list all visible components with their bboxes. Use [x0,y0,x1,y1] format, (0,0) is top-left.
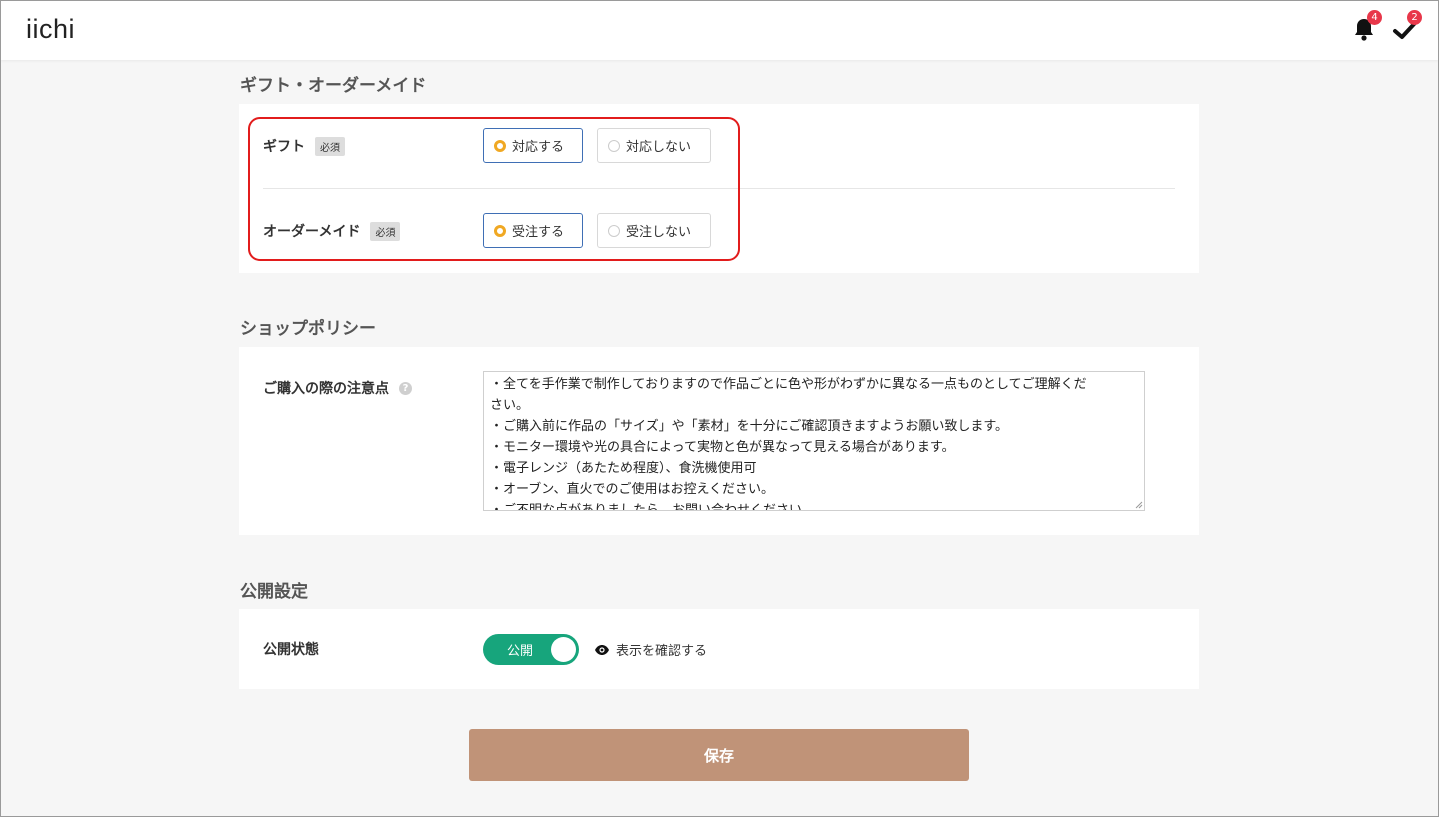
notes-line: さい。 [490,398,530,413]
notification-bell-icon[interactable]: 4 [1352,10,1382,44]
publish-toggle[interactable]: 公開 [483,634,579,665]
publish-settings-section-title: 公開設定 [240,582,308,602]
notes-line: ・全てを手作業で制作しておりますので作品ごとに色や形がわずかに異なる一点ものとし… [490,377,1087,392]
publish-status-row-label: 公開状態 [263,639,319,659]
publish-settings-card: 公開状態 公開 表示を確認する [239,609,1199,689]
preview-link[interactable]: 表示を確認する [594,640,707,659]
notes-line: ・ご不明な点がありましたら、お問い合わせください。 [490,503,816,511]
tasks-count-badge: 2 [1407,10,1422,25]
gift-ordermade-section-title: ギフト・オーダーメイド [240,76,427,96]
purchase-notes-label: ご購入の際の注意点 [263,381,389,397]
iichi-logo[interactable]: iichi [26,14,75,45]
publish-status-label: 公開状態 [263,642,319,658]
notes-line: ・ご購入前に作品の「サイズ」や「素材」を十分にご確認頂きますようお願い致します。 [490,419,1009,434]
publish-toggle-label: 公開 [507,644,534,659]
top-header: iichi 4 2 [0,0,1439,60]
toggle-knob [551,637,576,662]
resize-handle-icon[interactable] [1135,501,1143,509]
shop-policy-card: ご購入の際の注意点 ? ・全てを手作業で制作しておりますので作品ごとに色や形がわ… [239,347,1199,535]
preview-link-label: 表示を確認する [616,644,708,659]
shop-policy-section-title: ショップポリシー [240,319,376,339]
notes-line: ・電子レンジ（あたため程度）、食洗機使用可 [490,461,757,476]
notes-line: ・オーブン、直火でのご使用はお控えください。 [490,482,775,497]
checkmark-tasks-icon[interactable]: 2 [1392,10,1422,44]
notification-count-badge: 4 [1367,10,1382,25]
help-icon[interactable]: ? [399,381,412,395]
purchase-notes-textarea[interactable]: ・全てを手作業で制作しておりますので作品ごとに色や形がわずかに異なる一点ものとし… [483,371,1145,511]
purchase-notes-row-label: ご購入の際の注意点 ? [263,378,412,398]
save-button[interactable]: 保存 [469,729,969,781]
red-highlight-annotation [248,117,740,261]
eye-icon [595,644,609,655]
notes-line: ・モニター環境や光の具合によって実物と色が異なって見える場合があります。 [490,440,955,455]
